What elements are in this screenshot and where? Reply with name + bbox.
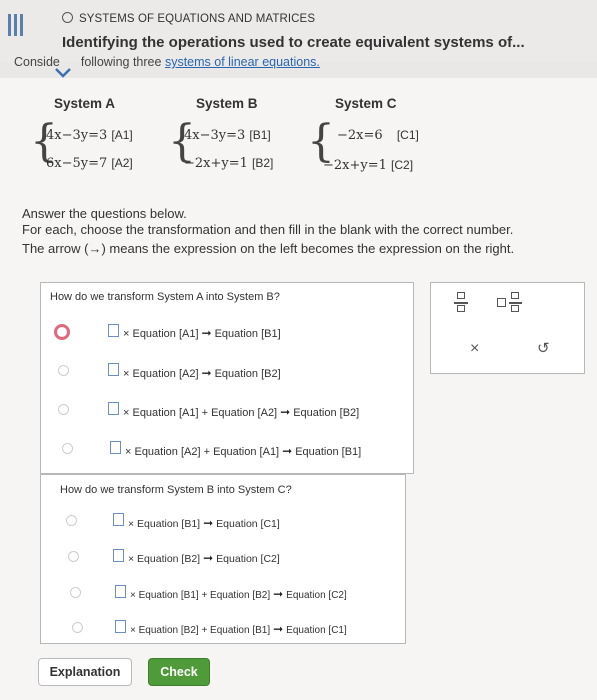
- system-b-eq1: 4x−3y=3 [B1]: [184, 128, 271, 143]
- q1-option-4-blank[interactable]: [110, 441, 121, 454]
- system-c-eq2: −2x+y=1 [C2]: [323, 158, 414, 173]
- system-a-heading: System A: [54, 96, 116, 111]
- q2-option-1-blank[interactable]: [113, 513, 124, 526]
- q2-option-4-radio[interactable]: [72, 622, 83, 633]
- q1-option-2-radio[interactable]: [58, 365, 69, 376]
- system-c-eq1: −2x=6 [C1]: [337, 128, 419, 143]
- arrow-icon: →: [88, 241, 102, 256]
- system-b-eq2: −2x+y=1 [B2]: [184, 156, 274, 171]
- q1-option-2-text: × Equation [A2] ➞ Equation [B2]: [123, 366, 281, 380]
- system-a-eq1: 4x−3y=3 [A1]: [46, 128, 133, 143]
- q1-option-1-radio[interactable]: [54, 324, 70, 340]
- topic-circle-icon: [62, 12, 73, 23]
- question-1-prompt: How do we transform System A into System…: [50, 291, 280, 303]
- topic-text: SYSTEMS OF EQUATIONS AND MATRICES: [79, 13, 316, 25]
- q2-option-2-radio[interactable]: [68, 551, 79, 562]
- instruction-line-3: The arrow (→) means the expression on th…: [22, 241, 515, 256]
- system-c-heading: System C: [335, 96, 397, 111]
- q1-option-1-blank[interactable]: [108, 324, 119, 337]
- consider-mid: following three: [80, 55, 162, 69]
- q2-option-3-radio[interactable]: [70, 587, 81, 598]
- instruction-line-2: For each, choose the transformation and …: [22, 222, 514, 237]
- q1-option-4-text: × Equation [A2] + Equation [A1] ➞ Equation…: [125, 444, 362, 458]
- q2-option-1-text: × Equation [B1] ➞ Equation [C1]: [128, 516, 280, 530]
- q1-option-3-blank[interactable]: [108, 402, 119, 415]
- system-a-eq2: 6x−5y=7 [A2]: [46, 156, 133, 171]
- q2-option-3-text: × Equation [B1] + Equation [B2] ➞ Equation…: [130, 587, 347, 601]
- q1-option-1-text: × Equation [A1] ➞ Equation [B1]: [123, 326, 281, 340]
- q2-option-2-text: × Equation [B2] ➞ Equation [C2]: [128, 551, 280, 565]
- q2-option-4-text: × Equation [B2] + Equation [B1] ➞ Equation…: [130, 622, 347, 636]
- q1-option-2-blank[interactable]: [108, 363, 119, 376]
- menu-icon[interactable]: [8, 14, 24, 36]
- instruction-line-1: Answer the questions below.: [22, 206, 187, 221]
- mixed-number-icon[interactable]: [497, 292, 523, 314]
- explanation-button[interactable]: Explanation: [38, 658, 132, 686]
- check-button[interactable]: Check: [148, 658, 210, 686]
- q2-option-1-radio[interactable]: [66, 515, 77, 526]
- q1-option-4-radio[interactable]: [62, 443, 73, 454]
- top-bar: SYSTEMS OF EQUATIONS AND MATRICES Identi…: [0, 0, 597, 62]
- lesson-title: Identifying the operations used to creat…: [62, 34, 525, 51]
- undo-icon[interactable]: ↺: [537, 339, 550, 357]
- chevron-down-icon[interactable]: [52, 64, 74, 82]
- consider-link[interactable]: systems of linear equations.: [165, 55, 320, 69]
- close-icon[interactable]: ×: [470, 340, 479, 358]
- topic-label: SYSTEMS OF EQUATIONS AND MATRICES: [62, 12, 315, 25]
- q1-option-3-text: × Equation [A1] + Equation [A2] ➞ Equation…: [123, 405, 360, 419]
- q2-option-4-blank[interactable]: [115, 620, 126, 633]
- q1-option-3-radio[interactable]: [58, 404, 69, 415]
- question-2-prompt: How do we transform System B into System…: [60, 484, 292, 496]
- q2-option-3-blank[interactable]: [115, 585, 126, 598]
- system-b-heading: System B: [196, 96, 258, 111]
- fraction-icon[interactable]: [454, 292, 468, 314]
- q2-option-2-blank[interactable]: [113, 549, 124, 562]
